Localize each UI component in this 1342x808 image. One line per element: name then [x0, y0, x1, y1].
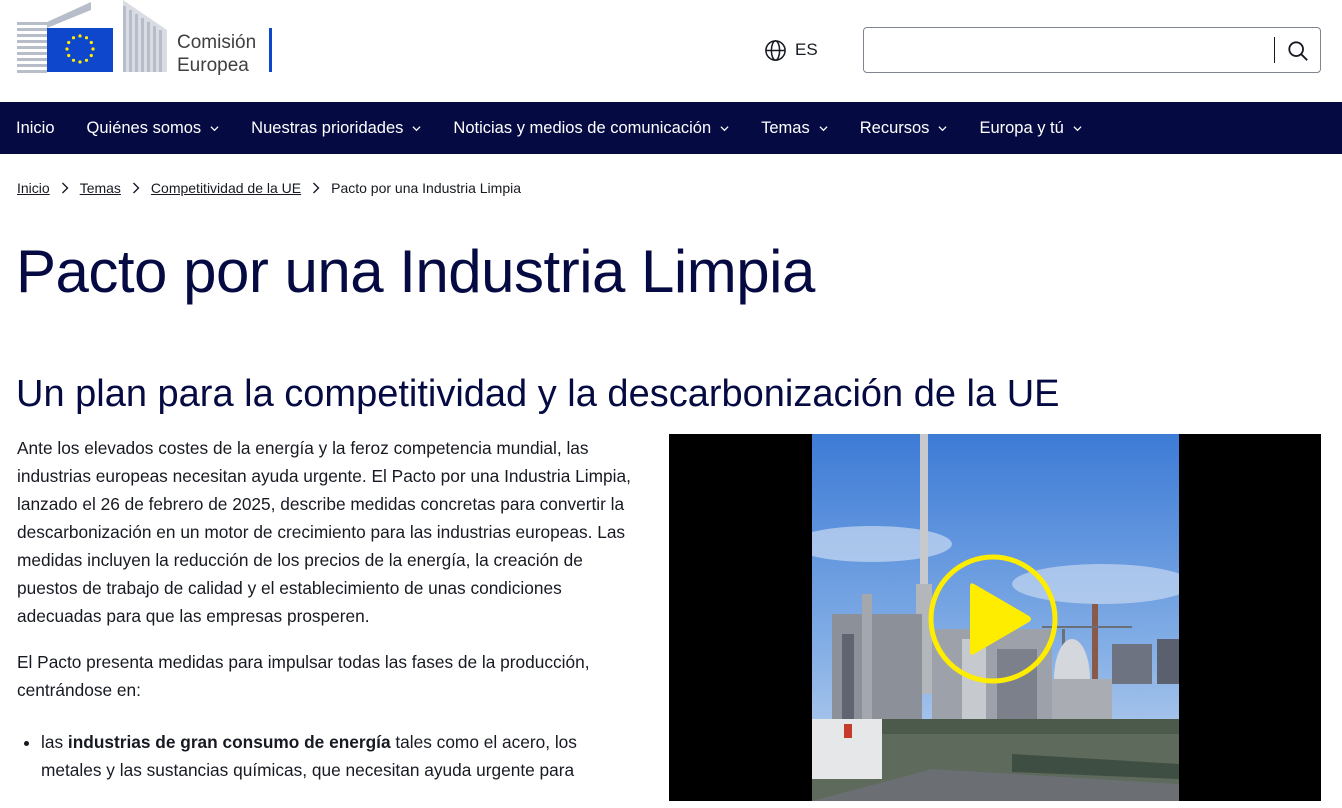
nav-item-inicio[interactable]: Inicio	[16, 119, 55, 138]
nav-item-quiénes-somos[interactable]: Quiénes somos	[87, 119, 220, 138]
focus-list: las industrias de gran consumo de energí…	[17, 728, 642, 784]
chevron-right-icon	[313, 182, 320, 194]
ec-logo[interactable]: Comisión Europea	[17, 0, 277, 78]
bullet-bold: industrias de gran consumo de energía	[67, 732, 391, 752]
search-input[interactable]	[876, 36, 1256, 64]
play-button-icon[interactable]	[926, 552, 1060, 686]
site-header: Comisión Europea ES	[0, 0, 1342, 102]
nav-item-recursos[interactable]: Recursos	[860, 119, 948, 138]
chevron-right-icon	[61, 182, 69, 194]
breadcrumb-link-inicio[interactable]: Inicio	[17, 180, 50, 196]
focus-paragraph: El Pacto presenta medidas para impulsar …	[17, 652, 590, 700]
ec-logo-graphic	[17, 0, 167, 73]
nav-item-label: Inicio	[16, 118, 55, 137]
article-body: Ante los elevados costes de la energía y…	[17, 434, 642, 784]
nav-item-noticias-y-medios-de-comunicación[interactable]: Noticias y medios de comunicación	[453, 119, 729, 138]
chevron-right-icon	[132, 182, 140, 194]
chevron-down-icon	[412, 125, 421, 131]
chevron-down-icon	[938, 125, 947, 131]
breadcrumb-link-competitividad[interactable]: Competitividad de la UE	[151, 180, 301, 196]
search-divider	[1274, 37, 1275, 63]
nav-item-label: Nuestras prioridades	[251, 118, 404, 137]
section-heading: Un plan para la competitividad y la desc…	[16, 373, 1060, 415]
list-item: las industrias de gran consumo de energí…	[41, 728, 642, 784]
intro-paragraph: Ante los elevados costes de la energía y…	[17, 438, 631, 626]
search-box	[863, 27, 1321, 73]
ec-logo-text: Comisión Europea	[177, 31, 256, 77]
breadcrumb-current: Pacto por una Industria Limpia	[331, 180, 521, 196]
search-button[interactable]	[1282, 37, 1314, 65]
nav-item-label: Quiénes somos	[86, 118, 202, 137]
chevron-down-icon	[210, 125, 219, 131]
main-navigation: Inicio Quiénes somos Nuestras prioridades N…	[0, 102, 1342, 154]
logo-divider	[269, 28, 272, 72]
nav-item-europa-y-tú[interactable]: Europa y tú	[979, 118, 1082, 138]
search-icon	[1288, 41, 1308, 61]
nav-item-temas[interactable]: Temas	[761, 119, 828, 138]
page-title: Pacto por una Industria Limpia	[16, 238, 815, 305]
logo-line-2: Europea	[177, 55, 249, 76]
chevron-down-icon	[720, 125, 729, 131]
nav-item-label: Recursos	[859, 118, 930, 137]
breadcrumb: Inicio Temas Competitividad de la UE Pac…	[17, 178, 521, 198]
breadcrumb-link-temas[interactable]: Temas	[80, 180, 121, 196]
logo-line-1: Comisión	[177, 32, 257, 53]
nav-item-nuestras-prioridades[interactable]: Nuestras prioridades	[251, 119, 421, 138]
chevron-down-icon	[819, 125, 828, 131]
language-selector[interactable]: ES	[764, 38, 818, 62]
bullet-prefix: las	[41, 732, 68, 752]
nav-item-label: Noticias y medios de comunicación	[453, 118, 712, 137]
chevron-down-icon	[1073, 125, 1082, 131]
nav-item-label: Temas	[761, 118, 810, 137]
globe-icon	[765, 39, 786, 61]
nav-item-label: Europa y tú	[979, 118, 1064, 137]
language-code: ES	[795, 40, 818, 59]
